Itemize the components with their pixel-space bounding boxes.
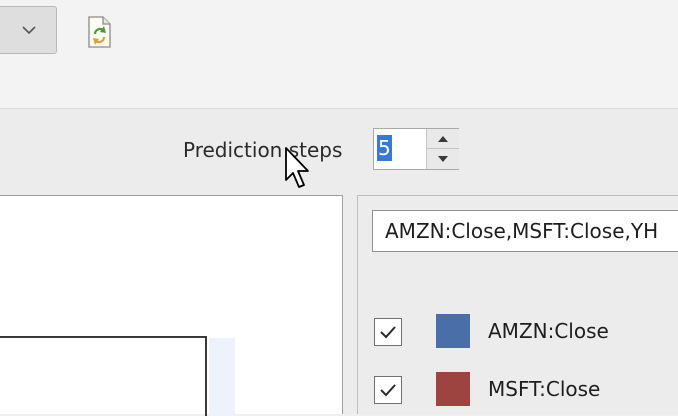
series-list-field[interactable]: AMZN:Close,MSFT:Close,YH (372, 210, 678, 252)
series-color-swatch (436, 314, 470, 348)
chart-panel[interactable] (0, 195, 343, 416)
prediction-steps-spinbox[interactable]: 5 (373, 128, 459, 170)
series-label: MSFT:Close (488, 377, 601, 401)
checkmark-icon (380, 326, 396, 339)
arrow-down-icon (438, 156, 448, 162)
series-list-text: AMZN:Close,MSFT:Close,YH (385, 219, 659, 243)
series-checkbox-msft[interactable] (374, 376, 402, 404)
plot-area-frame (0, 336, 207, 416)
spin-buttons (426, 129, 459, 169)
arrow-up-icon (438, 136, 448, 142)
plot-area-margin (209, 338, 235, 416)
series-checkbox-amzn[interactable] (374, 318, 402, 346)
checkmark-icon (380, 384, 396, 397)
toolbar (0, 0, 678, 108)
series-color-swatch (436, 372, 470, 406)
spin-down-button[interactable] (427, 149, 459, 169)
series-panel: AMZN:Close,MSFT:Close,YH AMZN:Close MSFT… (357, 195, 678, 414)
refresh-document-icon[interactable] (84, 14, 114, 50)
chevron-down-icon (22, 26, 36, 35)
prediction-steps-label: Prediction steps (183, 138, 343, 162)
prediction-steps-value[interactable]: 5 (377, 135, 392, 161)
series-item-msft[interactable]: MSFT:Close (374, 371, 674, 411)
series-combo-box[interactable] (0, 6, 57, 54)
mouse-cursor-icon (285, 147, 309, 188)
series-item-amzn[interactable]: AMZN:Close (374, 313, 674, 353)
spin-up-button[interactable] (427, 129, 459, 149)
series-label: AMZN:Close (488, 319, 609, 343)
